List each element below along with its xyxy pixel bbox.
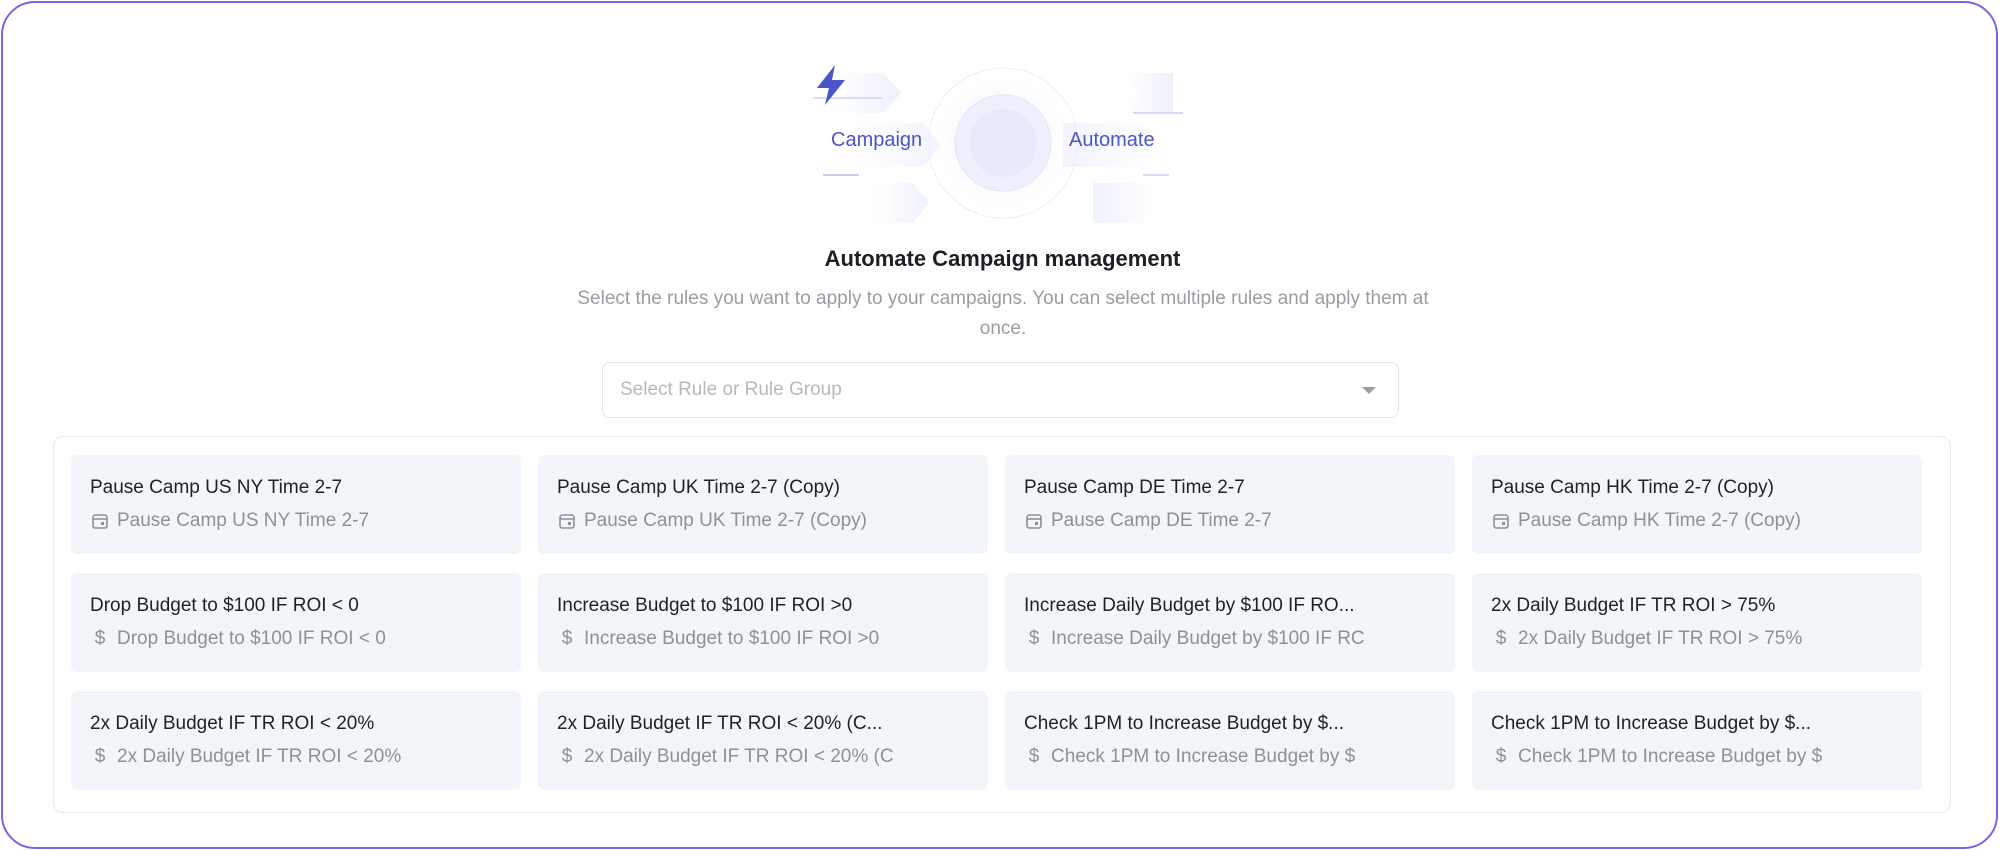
rule-card[interactable]: Increase Budget to $100 IF ROI >0 $ Incr… [538,573,988,672]
dollar-icon: $ [1495,628,1507,649]
rule-card-title: Pause Camp DE Time 2-7 [1024,477,1245,498]
dollar-icon: $ [1028,628,1040,649]
dollar-icon: $ [561,746,573,767]
rule-card-subtitle: Pause Camp HK Time 2-7 (Copy) [1491,510,1902,532]
rule-card-subtitle: $ 2x Daily Budget IF TR ROI < 20% [90,746,501,768]
rule-card[interactable]: Increase Daily Budget by $100 IF RO... $… [1005,573,1455,672]
rule-card-title: Pause Camp HK Time 2-7 (Copy) [1491,477,1774,498]
calendar-icon [1024,511,1044,531]
rule-card[interactable]: Pause Camp UK Time 2-7 (Copy) Pause Camp… [538,455,988,554]
calendar-icon [1491,511,1511,531]
hero-label-automate: Automate [1069,129,1155,151]
rule-card-subtitle: $ Check 1PM to Increase Budget by $ [1491,746,1902,768]
rule-card-subtitle: Pause Camp US NY Time 2-7 [90,510,501,532]
rule-card[interactable]: Drop Budget to $100 IF ROI < 0 $ Drop Bu… [71,573,521,672]
page-title: Automate Campaign management [824,246,1181,271]
hero-illustration: Campaign Automate [813,63,1193,228]
rule-card-subtitle: Pause Camp UK Time 2-7 (Copy) [557,510,968,532]
dollar-icon: $ [561,628,573,649]
lightning-bolt-icon [817,65,845,105]
rule-card-title: Pause Camp UK Time 2-7 (Copy) [557,477,840,498]
dollar-icon: $ [94,628,106,649]
rule-card-subtitle: $ Increase Budget to $100 IF ROI >0 [557,628,968,650]
rule-card[interactable]: 2x Daily Budget IF TR ROI < 20% (C... $ … [538,691,988,790]
rule-card-title: Drop Budget to $100 IF ROI < 0 [90,595,359,616]
rule-card-title: Pause Camp US NY Time 2-7 [90,477,343,498]
rule-card-title: 2x Daily Budget IF TR ROI > 75% [1491,595,1776,616]
rule-card-title: Increase Budget to $100 IF ROI >0 [557,595,853,616]
rule-card-subtitle: $ Check 1PM to Increase Budget by $ [1024,746,1435,768]
rule-card[interactable]: Pause Camp HK Time 2-7 (Copy) Pause Camp… [1472,455,1922,554]
rule-card-subtitle: $ 2x Daily Budget IF TR ROI > 75% [1491,628,1902,650]
rule-card[interactable]: 2x Daily Budget IF TR ROI < 20% $ 2x Dai… [71,691,521,790]
rule-select-dropdown[interactable]: Select Rule or Rule Group [602,362,1399,418]
dollar-icon: $ [1028,746,1040,767]
rule-card-subtitle: $ Drop Budget to $100 IF ROI < 0 [90,628,501,650]
dollar-icon: $ [94,746,106,767]
rule-card[interactable]: Pause Camp US NY Time 2-7 Pause Camp US … [71,455,521,554]
rule-card[interactable]: 2x Daily Budget IF TR ROI > 75% $ 2x Dai… [1472,573,1922,672]
rules-grid: Pause Camp US NY Time 2-7 Pause Camp US … [71,455,1922,790]
dollar-icon: $ [1495,746,1507,767]
rule-card-title: 2x Daily Budget IF TR ROI < 20% [90,713,375,734]
rule-card-subtitle: $ Increase Daily Budget by $100 IF RC [1024,628,1435,650]
rule-card[interactable]: Check 1PM to Increase Budget by $... $ C… [1005,691,1455,790]
rule-card-subtitle: $ 2x Daily Budget IF TR ROI < 20% (C [557,746,968,768]
calendar-icon [90,511,110,531]
rules-panel: Pause Camp US NY Time 2-7 Pause Camp US … [53,436,1951,813]
rule-card-title: Check 1PM to Increase Budget by $... [1491,713,1812,734]
page-subtitle: Select the rules you want to apply to yo… [577,288,1429,339]
rule-card-subtitle: Pause Camp DE Time 2-7 [1024,510,1435,532]
rule-card-title: Check 1PM to Increase Budget by $... [1024,713,1345,734]
calendar-icon [557,511,577,531]
app-frame: Campaign Automate Automate Campaign mana… [1,1,1998,849]
rule-card[interactable]: Check 1PM to Increase Budget by $... $ C… [1472,691,1922,790]
rule-select-placeholder: Select Rule or Rule Group [620,379,842,400]
caret-down-icon [1362,386,1376,394]
rule-card-title: 2x Daily Budget IF TR ROI < 20% (C... [557,713,883,734]
rule-card-title: Increase Daily Budget by $100 IF RO... [1024,595,1355,616]
rule-card[interactable]: Pause Camp DE Time 2-7 Pause Camp DE Tim… [1005,455,1455,554]
hero-label-campaign: Campaign [831,129,923,151]
